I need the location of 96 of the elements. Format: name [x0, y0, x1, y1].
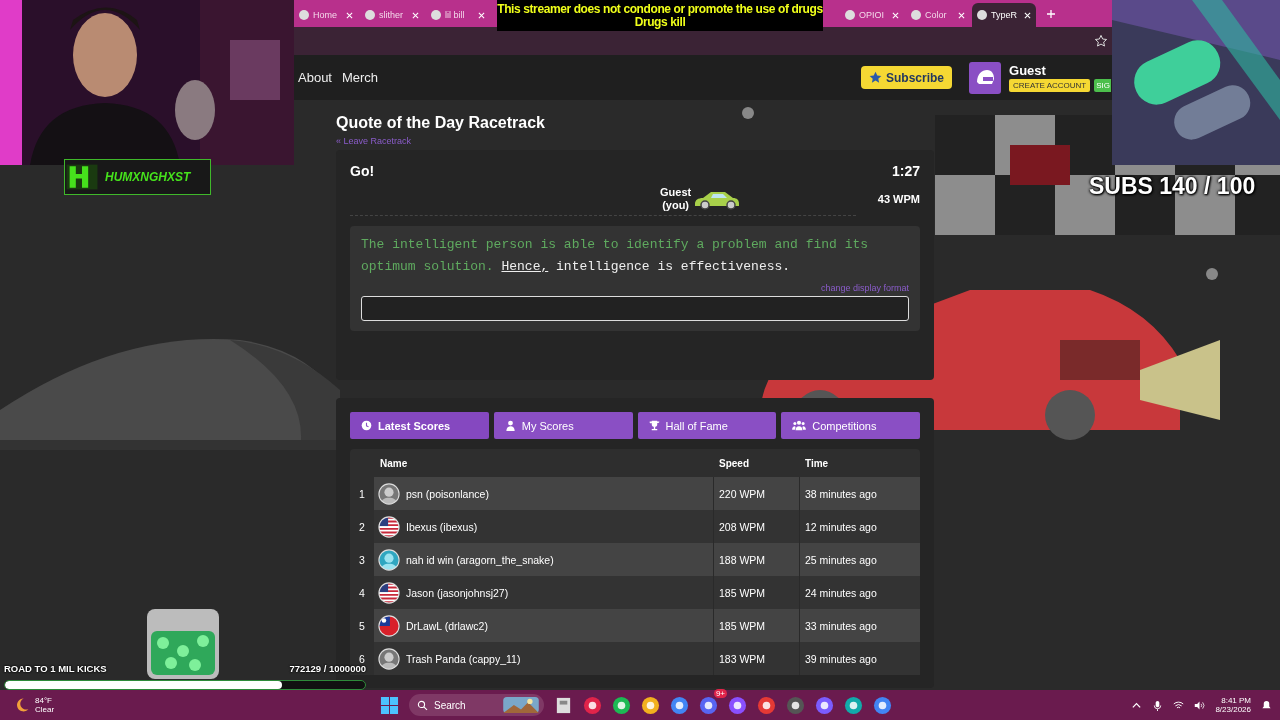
favicon-icon: [845, 10, 855, 20]
avatar-icon: [378, 548, 400, 571]
temperature: 84°F: [35, 696, 53, 705]
speaker-icon[interactable]: [1194, 699, 1206, 711]
browser-tab[interactable]: Home: [294, 3, 358, 27]
logo-icon: [65, 162, 99, 192]
clock-icon: [361, 420, 372, 431]
new-tab-icon[interactable]: [1046, 8, 1056, 19]
favicon-icon: [977, 10, 987, 20]
moon-icon: [14, 697, 30, 713]
avatar-icon: [378, 647, 400, 670]
bookmark-star-icon[interactable]: [1094, 34, 1108, 48]
scores-tab[interactable]: My Scores: [493, 412, 633, 439]
app-icon[interactable]: [641, 695, 660, 715]
time-cell-text: 25 minutes ago: [804, 552, 878, 568]
rank-cell: 1: [350, 477, 374, 510]
wpm-reading: 43 WPM: [877, 193, 920, 205]
chat-app-icon[interactable]: [699, 695, 718, 715]
time-cell-text: 39 minutes ago: [804, 651, 878, 667]
app-icon[interactable]: [786, 695, 805, 715]
create-account-button[interactable]: CREATE ACCOUNT: [1009, 79, 1091, 92]
group-icon: [792, 420, 807, 431]
browser-tab[interactable]: OPIOI: [840, 3, 904, 27]
weather-condition: Clear: [35, 705, 55, 714]
time-cell-text: 38 minutes ago: [804, 486, 878, 502]
favicon-icon: [911, 10, 921, 20]
scores-tab[interactable]: Competitions: [781, 412, 920, 439]
rank-cell: 2: [350, 510, 374, 543]
rank-cell: 3: [350, 543, 374, 576]
flag-icon: [378, 581, 400, 604]
player-name[interactable]: psn (poisonlance): [406, 487, 489, 500]
flag-icon: [378, 614, 400, 637]
search-icon: [417, 699, 428, 711]
race-timer: 1:27: [891, 163, 920, 179]
column-header: Name: [379, 457, 409, 469]
taskbar-search-field[interactable]: Search: [409, 694, 544, 716]
clock-date: 8/23/2026: [1215, 705, 1251, 714]
goal-label: ROAD TO 1 MIL KICKS: [4, 663, 107, 674]
close-icon[interactable]: [1024, 11, 1031, 19]
time-cell-text: 24 minutes ago: [804, 585, 878, 601]
player-name[interactable]: Ibexus (ibexus): [406, 520, 478, 533]
notification-badge: 9+: [713, 688, 727, 698]
avatar-icon: [378, 482, 400, 505]
warning-banner: This streamer does not condone or promote the use of drugs Drugs kill: [497, 0, 823, 31]
browser-tab[interactable]: lil bill: [426, 3, 490, 27]
app-icon[interactable]: [757, 695, 776, 715]
player-name[interactable]: nah id win (aragorn_the_snake): [406, 553, 554, 566]
goal-count: 772129 / 1000000: [289, 663, 366, 674]
app-icon[interactable]: [873, 695, 892, 715]
clock-time: 8:41 PM: [1221, 696, 1251, 705]
favicon-icon: [365, 10, 375, 20]
page-title: Quote of the Day Racetrack: [336, 114, 546, 132]
player-name[interactable]: Trash Panda (cappy_11): [406, 652, 521, 665]
racer-name: Guest (you): [660, 185, 692, 213]
subscribe-button[interactable]: Subscribe: [861, 66, 953, 89]
user-name: Guest: [1009, 63, 1047, 78]
app-icon[interactable]: [728, 695, 747, 715]
star-icon: [869, 71, 882, 84]
trophy-icon: [648, 420, 660, 431]
rank-cell: 5: [350, 609, 374, 642]
scores-tab[interactable]: Hall of Fame: [637, 412, 777, 439]
nav-link[interactable]: Merch: [342, 70, 379, 85]
app-icon[interactable]: [815, 695, 834, 715]
dot-icon: [1206, 268, 1218, 280]
app-icon[interactable]: [844, 695, 863, 715]
helmet-avatar-icon[interactable]: [969, 61, 1002, 94]
nav-link[interactable]: About: [298, 70, 332, 85]
app-icon[interactable]: [612, 695, 631, 715]
browser-tab[interactable]: TypeR: [972, 3, 1036, 27]
typing-input-field[interactable]: [361, 296, 909, 321]
column-header: Speed: [718, 457, 750, 469]
rank-cell: 4: [350, 576, 374, 609]
quote-text: The intelligent person is able to identify a problem and find its optimum solution. Hence, intelligence is effectiveness.: [361, 236, 870, 276]
player-name[interactable]: Jason (jasonjohnsj27): [406, 586, 509, 599]
favicon-icon: [431, 10, 441, 20]
file-icon[interactable]: [554, 695, 573, 715]
time-cell-text: 33 minutes ago: [804, 618, 878, 634]
app-icon[interactable]: [583, 695, 602, 715]
browser-tab[interactable]: Color: [906, 3, 970, 27]
favicon-icon: [299, 10, 309, 20]
scores-tab[interactable]: Latest Scores: [350, 412, 489, 439]
channel-badge: HUMXNGHXST: [64, 159, 211, 195]
flag-icon: [378, 515, 400, 538]
microphone-icon[interactable]: [1152, 699, 1164, 711]
time-cell-text: 12 minutes ago: [804, 519, 878, 535]
race-status: Go!: [350, 163, 375, 179]
column-header: Time: [804, 457, 830, 469]
user-icon: [504, 420, 516, 431]
player-name[interactable]: DrLawL (drlawc2): [406, 619, 488, 632]
speed-cell: 183 WPM: [714, 642, 800, 675]
dot-icon: [742, 107, 754, 119]
windows-start-icon[interactable]: [380, 695, 399, 715]
browser-tab[interactable]: slither: [360, 3, 424, 27]
app-icon[interactable]: [670, 695, 689, 715]
wifi-icon[interactable]: [1173, 699, 1185, 711]
bell-icon[interactable]: [1261, 699, 1272, 711]
